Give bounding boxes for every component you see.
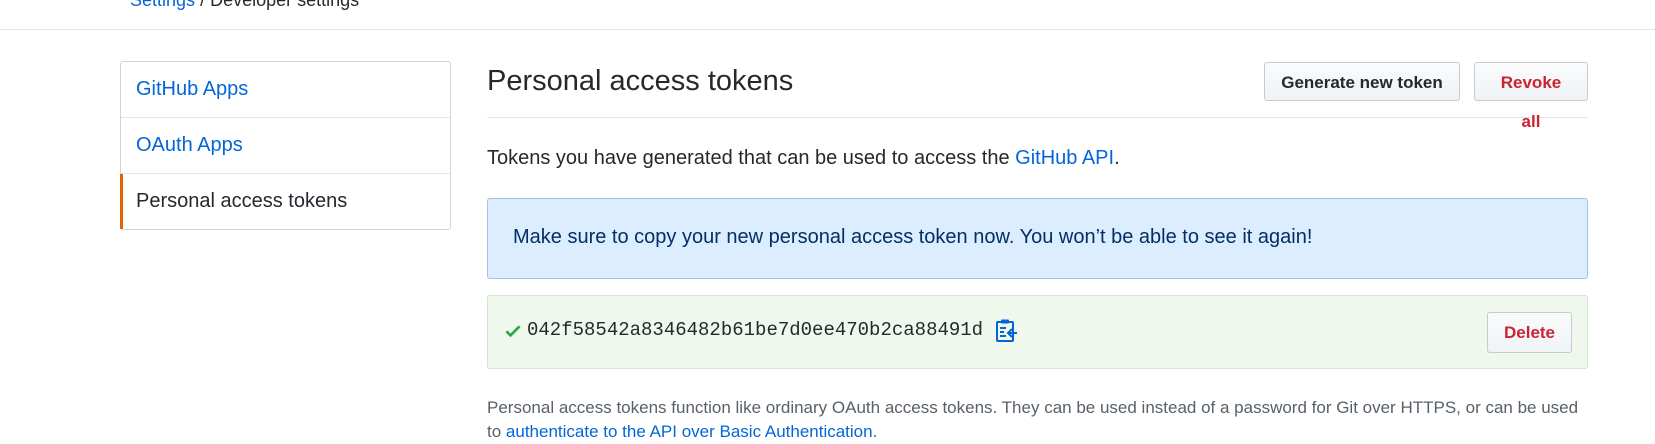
token-value: 042f58542a8346482b61be7d0ee470b2ca88491d: [527, 319, 984, 341]
tokens-description-suffix: .: [872, 422, 878, 441]
breadcrumb-separator: /: [200, 0, 206, 10]
check-icon: [505, 325, 521, 338]
breadcrumb-current: Developer settings: [210, 0, 360, 10]
breadcrumb-settings-link[interactable]: Settings: [130, 0, 195, 10]
breadcrumb: Settings / Developer settings: [130, 0, 359, 11]
intro-text-body: Tokens you have generated that can be us…: [487, 147, 1016, 169]
main-content: Personal access tokens Generate new toke…: [487, 61, 1588, 441]
top-bar: Settings / Developer settings: [0, 0, 1655, 30]
intro-text-suffix: .: [1114, 147, 1120, 169]
intro-text: Tokens you have generated that can be us…: [487, 147, 1120, 170]
page-header: Personal access tokens Generate new toke…: [487, 61, 1588, 131]
delete-token-button[interactable]: Delete: [1487, 312, 1572, 353]
revoke-all-button[interactable]: Revoke all: [1474, 62, 1588, 131]
new-token-row: 042f58542a8346482b61be7d0ee470b2ca88491d…: [487, 295, 1588, 369]
flash-notice: Make sure to copy your new personal acce…: [487, 198, 1588, 279]
developer-settings-menu: GitHub Apps OAuth Apps Personal access t…: [120, 61, 451, 230]
sidenav-item-personal-access-tokens[interactable]: Personal access tokens: [120, 173, 450, 229]
github-api-link[interactable]: GitHub API: [1015, 147, 1114, 169]
page-title: Personal access tokens: [487, 65, 794, 97]
sidenav-item-github-apps[interactable]: GitHub Apps: [121, 62, 450, 117]
basic-auth-link[interactable]: authenticate to the API over Basic Authe…: [506, 422, 873, 441]
flash-message: Make sure to copy your new personal acce…: [513, 226, 1313, 248]
generate-new-token-button[interactable]: Generate new token: [1264, 62, 1460, 101]
sidenav-item-oauth-apps[interactable]: OAuth Apps: [121, 117, 450, 173]
clipboard-copy-icon[interactable]: [994, 318, 1018, 344]
